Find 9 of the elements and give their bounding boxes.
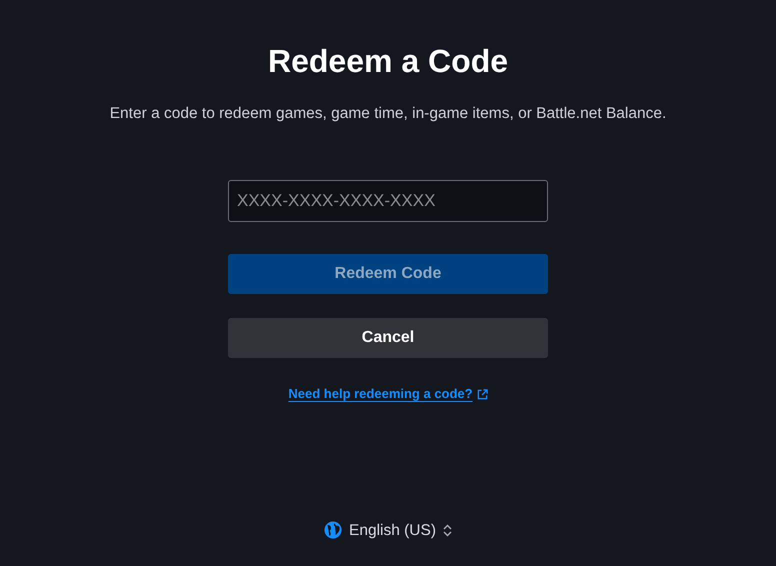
help-link[interactable]: Need help redeeming a code?	[288, 384, 473, 404]
sort-caret-icon	[443, 524, 452, 537]
language-selector[interactable]: English (US)	[324, 518, 452, 542]
cancel-button[interactable]: Cancel	[228, 318, 548, 358]
external-link-icon	[476, 388, 488, 400]
globe-icon	[324, 521, 342, 540]
instruction-text: Enter a code to redeem games, game time, in-game items, or Battle.net Balance.	[110, 104, 666, 124]
page-title: Redeem a Code	[268, 42, 508, 81]
code-input-field[interactable]: XXXX-XXXX-XXXX-XXXX	[228, 180, 548, 222]
